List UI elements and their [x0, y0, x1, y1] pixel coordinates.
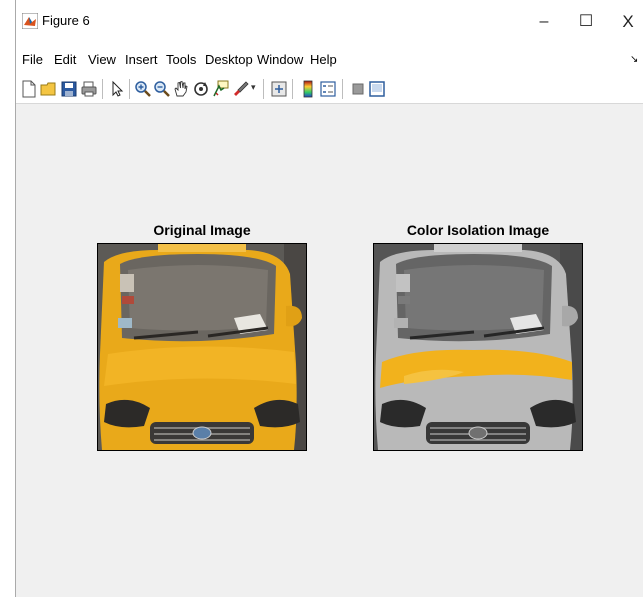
- zoom-out-icon[interactable]: [153, 80, 171, 98]
- menu-file[interactable]: File: [22, 52, 43, 67]
- save-icon[interactable]: [60, 80, 78, 98]
- toolbar-separator: [129, 79, 130, 99]
- hide-plot-tools-icon[interactable]: [349, 80, 367, 98]
- zoom-in-icon[interactable]: [134, 80, 152, 98]
- data-cursor-icon[interactable]: [212, 80, 230, 98]
- menu-insert[interactable]: Insert: [125, 52, 158, 67]
- toolbar-separator: [292, 79, 293, 99]
- figure-window: Figure 6 – ☐ X File Edit View Insert Too…: [15, 0, 643, 597]
- rotate-3d-icon[interactable]: [192, 80, 210, 98]
- edit-plot-icon[interactable]: [108, 80, 126, 98]
- menu-edit[interactable]: Edit: [54, 52, 76, 67]
- pan-icon[interactable]: [172, 80, 190, 98]
- menu-window[interactable]: Window: [257, 52, 303, 67]
- brush-dropdown-icon[interactable]: ▾: [251, 82, 256, 93]
- brush-icon[interactable]: [232, 80, 250, 98]
- right-axes-title: Color Isolation Image: [406, 222, 550, 238]
- menu-help[interactable]: Help: [310, 52, 337, 67]
- title-bar[interactable]: Figure 6 – ☐ X: [16, 0, 643, 44]
- left-axes-title: Original Image: [153, 222, 251, 238]
- maximize-button[interactable]: ☐: [566, 8, 606, 36]
- menu-view[interactable]: View: [88, 52, 116, 67]
- link-plot-icon[interactable]: [270, 80, 288, 98]
- original-image[interactable]: [97, 243, 307, 451]
- taxi-grayscale-image: [374, 244, 582, 450]
- figure-canvas[interactable]: Original Image Color Isolation Image: [16, 105, 643, 597]
- taxi-color-image: [98, 244, 306, 450]
- dock-figure-icon[interactable]: ↘: [630, 54, 638, 65]
- insert-legend-icon[interactable]: [319, 80, 337, 98]
- close-button[interactable]: X: [608, 8, 643, 36]
- new-figure-icon[interactable]: [20, 80, 38, 98]
- toolbar-separator: [263, 79, 264, 99]
- menu-desktop[interactable]: Desktop: [205, 52, 253, 67]
- matlab-logo-icon: [22, 13, 38, 29]
- toolbar-separator: [102, 79, 103, 99]
- minimize-button[interactable]: –: [524, 8, 564, 36]
- menu-bar: File Edit View Insert Tools Desktop Wind…: [16, 44, 643, 74]
- open-file-icon[interactable]: [40, 80, 58, 98]
- window-title: Figure 6: [42, 13, 90, 28]
- figure-toolbar: ▾: [16, 74, 643, 104]
- print-icon[interactable]: [80, 80, 98, 98]
- color-isolation-image[interactable]: [373, 243, 583, 451]
- show-plot-tools-icon[interactable]: [368, 80, 386, 98]
- menu-tools[interactable]: Tools: [166, 52, 196, 67]
- insert-colorbar-icon[interactable]: [299, 80, 317, 98]
- toolbar-separator: [342, 79, 343, 99]
